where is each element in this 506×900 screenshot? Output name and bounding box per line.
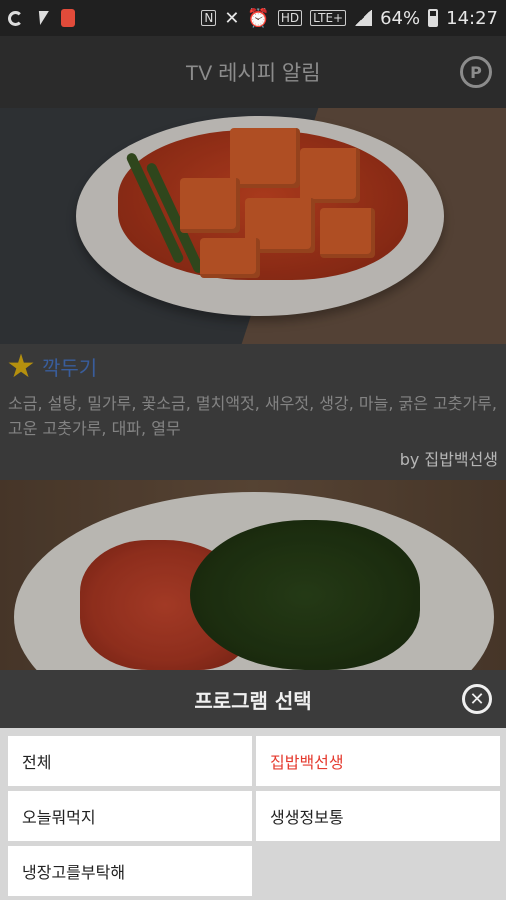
program-option-fridge[interactable]: 냉장고를부탁해 xyxy=(8,846,252,896)
battery-percent: 64% xyxy=(380,7,421,29)
sheet-title: 프로그램 선택 xyxy=(194,688,312,713)
clock: 14:27 xyxy=(446,7,498,29)
program-option-jipbap[interactable]: 집밥백선생 xyxy=(256,736,500,786)
network-type: LTE+ xyxy=(310,10,347,26)
battery-icon xyxy=(428,9,439,27)
hd-icon: HD xyxy=(277,10,303,26)
flash-icon xyxy=(35,11,49,25)
alarm-icon: ⏰ xyxy=(247,7,270,29)
close-button[interactable]: ✕ xyxy=(462,684,492,714)
app-title: TV 레시피 알림 xyxy=(185,62,321,85)
program-grid: 전체 집밥백선생 오늘뭐먹지 생생정보통 냉장고를부탁해 xyxy=(8,736,500,896)
dim-overlay xyxy=(0,108,506,670)
program-option-info[interactable]: 생생정보통 xyxy=(256,791,500,841)
signal-icon xyxy=(354,10,373,26)
status-bar: N ✕ ⏰ HD LTE+ 64% 14:27 xyxy=(0,0,506,36)
app-notification-icon xyxy=(8,10,23,26)
point-button[interactable]: P xyxy=(460,56,492,88)
empty-cell xyxy=(256,846,500,896)
close-icon: ✕ xyxy=(469,688,485,710)
mute-icon: ✕ xyxy=(224,7,240,29)
bus-icon xyxy=(61,9,75,27)
point-icon: P xyxy=(470,62,482,82)
program-option-all[interactable]: 전체 xyxy=(8,736,252,786)
app-bar: TV 레시피 알림 P xyxy=(0,36,506,108)
program-select-sheet: 프로그램 선택 ✕ 전체 집밥백선생 오늘뭐먹지 생생정보통 냉장고를부탁해 xyxy=(0,670,506,900)
program-option-today[interactable]: 오늘뭐먹지 xyxy=(8,791,252,841)
sheet-header: 프로그램 선택 ✕ xyxy=(0,670,506,728)
recipe-list[interactable]: 깍두기 소금, 설탕, 밀가루, 꽃소금, 멸치액젓, 새우젓, 생강, 마늘,… xyxy=(0,108,506,670)
nfc-icon: N xyxy=(201,10,217,26)
